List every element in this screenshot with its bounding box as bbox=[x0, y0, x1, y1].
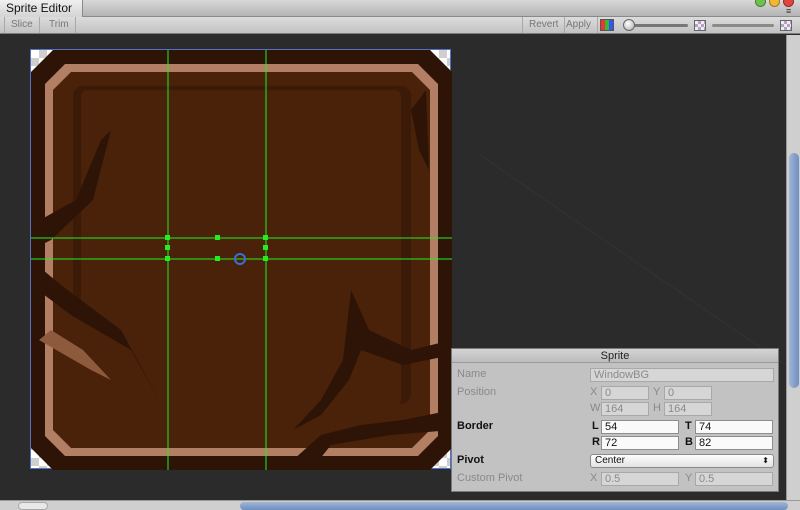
size-row: W 164 H 164 bbox=[452, 401, 778, 417]
custom-pivot-y-label: Y bbox=[685, 472, 693, 484]
border-row-bottom: R 72 B 82 bbox=[452, 435, 778, 451]
zoom-slider-knob[interactable] bbox=[623, 19, 635, 31]
vertical-scrollbar[interactable] bbox=[786, 35, 800, 500]
l-label: L bbox=[592, 420, 599, 432]
name-row: Name WindowBG bbox=[452, 367, 778, 383]
pivot-value: Center bbox=[595, 455, 626, 466]
t-label: T bbox=[685, 420, 692, 432]
y-field[interactable]: 0 bbox=[664, 386, 712, 400]
rgb-channel-icon[interactable] bbox=[600, 19, 614, 31]
apply-button[interactable]: Apply bbox=[560, 17, 599, 33]
maximize-icon[interactable] bbox=[755, 0, 766, 7]
minimize-icon[interactable] bbox=[769, 0, 780, 7]
panel-title: Sprite bbox=[452, 349, 778, 363]
sprite-image-frame[interactable] bbox=[30, 49, 452, 470]
x-label: X bbox=[590, 386, 598, 398]
updown-arrow-icon: ⬍ bbox=[762, 456, 769, 465]
position-label: Position bbox=[457, 386, 497, 398]
w-label: W bbox=[590, 402, 601, 414]
custom-pivot-row: Custom Pivot X 0.5 Y 0.5 bbox=[452, 471, 778, 487]
border-row-top: Border L 54 T 74 bbox=[452, 419, 778, 435]
h-field[interactable]: 164 bbox=[664, 402, 712, 416]
h-label: H bbox=[653, 402, 661, 414]
r-label: R bbox=[592, 436, 600, 448]
sprite-window-bg bbox=[31, 50, 452, 470]
horizontal-scroll-thumb[interactable] bbox=[240, 502, 788, 510]
border-left-field[interactable]: 54 bbox=[601, 420, 679, 434]
custom-pivot-label: Custom Pivot bbox=[457, 472, 523, 484]
checkerboard-icon bbox=[694, 20, 706, 31]
zoom-slider-track[interactable] bbox=[626, 24, 688, 27]
position-row: Position X 0 Y 0 bbox=[452, 385, 778, 401]
checkerboard-icon bbox=[780, 20, 792, 31]
toolbar: Slice Trim Revert Apply bbox=[0, 17, 800, 34]
vertical-scroll-thumb[interactable] bbox=[789, 153, 799, 388]
w-field[interactable]: 164 bbox=[601, 402, 649, 416]
horizontal-scrollbar[interactable] bbox=[0, 500, 800, 510]
border-top-field[interactable]: 74 bbox=[695, 420, 773, 434]
b-label: B bbox=[685, 436, 693, 448]
pivot-row: Pivot Center ⬍ bbox=[452, 453, 778, 469]
scroll-left-cap[interactable] bbox=[18, 502, 48, 510]
pivot-label: Pivot bbox=[457, 454, 484, 466]
tab-sprite-editor[interactable]: Sprite Editor bbox=[0, 0, 84, 17]
slice-button[interactable]: Slice bbox=[4, 17, 40, 33]
sprite-inspector-panel: Sprite Name WindowBG Position X 0 Y 0 W … bbox=[451, 348, 779, 492]
y-label: Y bbox=[653, 386, 661, 398]
trim-button[interactable]: Trim bbox=[43, 17, 76, 33]
revert-button[interactable]: Revert bbox=[522, 17, 566, 33]
window-titlebar: Sprite Editor ≡ bbox=[0, 0, 800, 17]
custom-pivot-y-field[interactable]: 0.5 bbox=[695, 472, 773, 486]
border-right-field[interactable]: 72 bbox=[601, 436, 679, 450]
border-bottom-field[interactable]: 82 bbox=[695, 436, 773, 450]
custom-pivot-x-field[interactable]: 0.5 bbox=[601, 472, 679, 486]
mip-slider-track[interactable] bbox=[712, 24, 774, 27]
border-label: Border bbox=[457, 420, 494, 432]
x-field[interactable]: 0 bbox=[601, 386, 649, 400]
name-field[interactable]: WindowBG bbox=[590, 368, 774, 382]
name-label: Name bbox=[457, 368, 487, 380]
custom-pivot-x-label: X bbox=[590, 472, 598, 484]
pivot-dropdown[interactable]: Center ⬍ bbox=[590, 454, 774, 468]
menu-lines-icon[interactable]: ≡ bbox=[786, 7, 796, 16]
